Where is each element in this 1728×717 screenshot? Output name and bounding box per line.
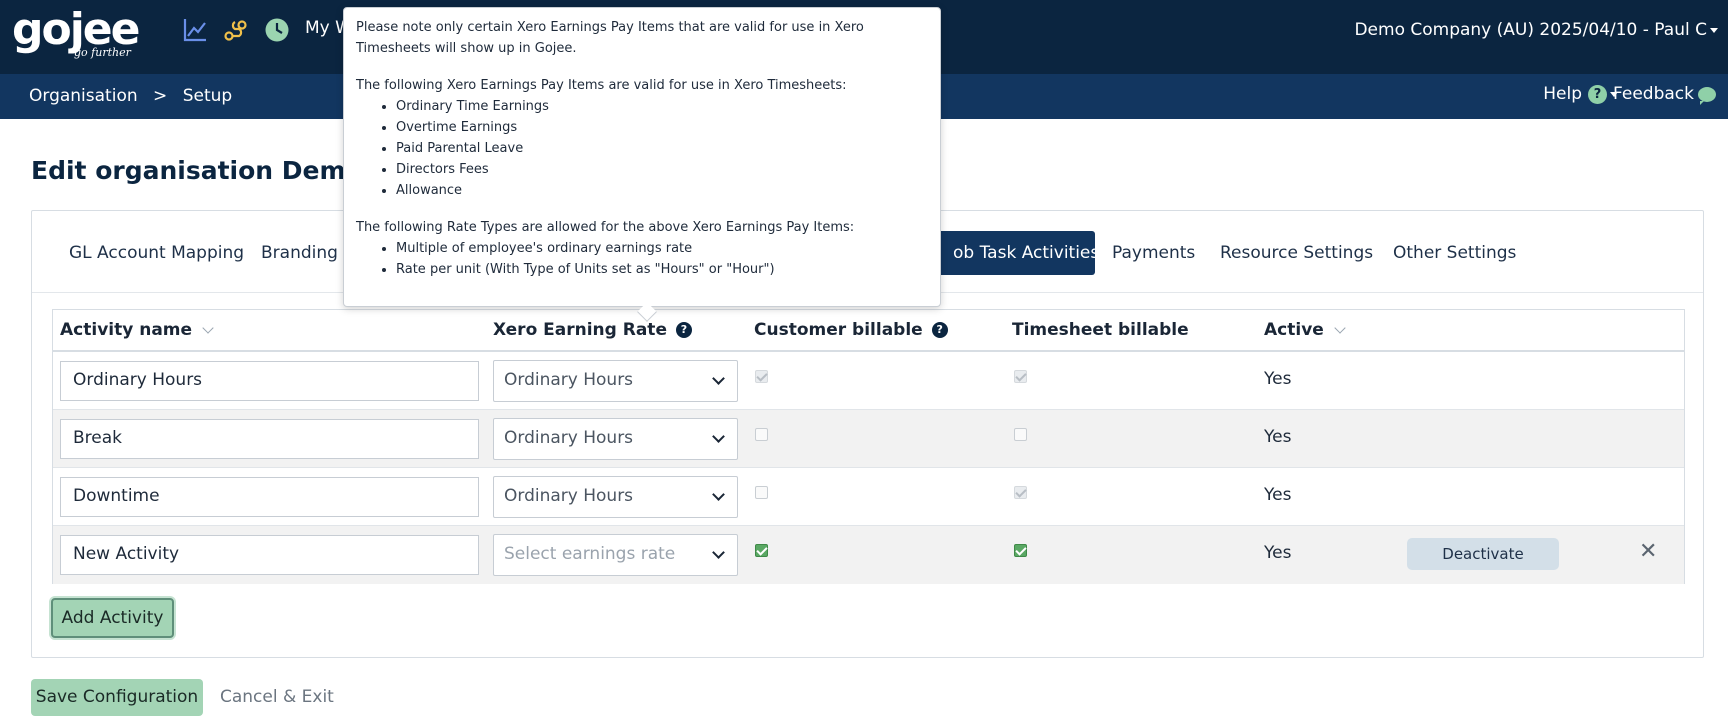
- list-item: Rate per unit (With Type of Units set as…: [396, 259, 928, 280]
- select-value: Ordinary Hours: [504, 370, 634, 390]
- tab-payments[interactable]: Payments: [1098, 231, 1209, 275]
- sort-chevron-icon: [1334, 322, 1346, 334]
- header-active[interactable]: Active: [1264, 320, 1346, 340]
- caret-down-icon: [1710, 27, 1718, 33]
- breadcrumb-setup: Setup: [182, 86, 233, 106]
- sort-chevron-icon: [202, 322, 214, 334]
- feedback-label: Feedback: [1613, 84, 1694, 104]
- table-row: Downtime Ordinary Hours Yes: [53, 468, 1684, 526]
- earnings-rate-select[interactable]: Ordinary Hours: [493, 476, 738, 518]
- header-xero-earning-rate: Xero Earning Rate?: [493, 320, 692, 340]
- activities-table: Activity name Xero Earning Rate? Custome…: [52, 309, 1685, 584]
- chart-icon[interactable]: [182, 17, 208, 43]
- table-row: New Activity Select earnings rate Yes De…: [53, 526, 1684, 584]
- company-selector[interactable]: Demo Company (AU) 2025/04/10 - Paul C: [1354, 20, 1718, 40]
- tooltip-intro: Please note only certain Xero Earnings P…: [356, 20, 864, 56]
- tooltip-valid-heading: The following Xero Earnings Pay Items ar…: [356, 78, 847, 93]
- activity-name-input[interactable]: Break: [60, 419, 479, 459]
- question-icon: ?: [1588, 84, 1607, 104]
- table-header: Activity name Xero Earning Rate? Custome…: [53, 310, 1684, 352]
- breadcrumb-organisation[interactable]: Organisation: [29, 86, 138, 106]
- list-item: Allowance: [396, 180, 928, 201]
- customer-billable-checkbox[interactable]: [755, 544, 768, 557]
- activity-name-input[interactable]: Ordinary Hours: [60, 361, 479, 401]
- activity-name-input[interactable]: Downtime: [60, 477, 479, 517]
- header-activity-label: Activity name: [60, 320, 193, 340]
- active-status: Yes: [1264, 369, 1292, 389]
- timesheet-billable-checkbox[interactable]: [1014, 486, 1027, 499]
- chevron-down-icon: [712, 372, 725, 385]
- deactivate-button[interactable]: Deactivate: [1407, 538, 1559, 570]
- tab-other-settings[interactable]: Other Settings: [1379, 231, 1530, 275]
- help-label: Help: [1543, 84, 1582, 104]
- customer-billable-checkbox[interactable]: [755, 428, 768, 441]
- add-activity-button[interactable]: Add Activity: [51, 598, 174, 638]
- company-label: Demo Company (AU) 2025/04/10 - Paul C: [1354, 20, 1707, 40]
- customer-billable-checkbox[interactable]: [755, 370, 768, 383]
- timesheet-billable-checkbox[interactable]: [1014, 370, 1027, 383]
- chat-bubble-icon: [1698, 86, 1716, 105]
- breadcrumb: Organisation > Setup: [29, 86, 242, 106]
- table-row: Ordinary Hours Ordinary Hours Yes: [53, 352, 1684, 410]
- gojee-logo[interactable]: gojee go further: [12, 8, 140, 60]
- chevron-down-icon: [712, 546, 725, 559]
- route-icon[interactable]: [223, 17, 249, 43]
- clock-icon[interactable]: [264, 17, 290, 43]
- select-placeholder: Select earnings rate: [504, 544, 676, 564]
- breadcrumb-separator: >: [153, 86, 168, 106]
- header-customer-label: Customer billable: [754, 320, 923, 340]
- tab-gl-account-mapping[interactable]: GL Account Mapping: [55, 231, 258, 275]
- earnings-rate-select[interactable]: Ordinary Hours: [493, 418, 738, 460]
- timesheet-billable-checkbox[interactable]: [1014, 428, 1027, 441]
- list-item: Directors Fees: [396, 159, 928, 180]
- list-item: Multiple of employee's ordinary earnings…: [396, 238, 928, 259]
- help-circle-icon[interactable]: ?: [931, 322, 948, 338]
- earning-rate-tooltip: Please note only certain Xero Earnings P…: [343, 7, 941, 307]
- header-customer-billable: Customer billable?: [754, 320, 948, 340]
- earnings-rate-select[interactable]: Ordinary Hours: [493, 360, 738, 402]
- earnings-rate-select[interactable]: Select earnings rate: [493, 534, 738, 576]
- remove-row-icon[interactable]: ✕: [1639, 539, 1657, 564]
- select-value: Ordinary Hours: [504, 428, 634, 448]
- active-status: Yes: [1264, 543, 1292, 563]
- chevron-down-icon: [712, 430, 725, 443]
- header-rate-label: Xero Earning Rate: [493, 320, 667, 340]
- logo-tagline: go further: [74, 46, 131, 59]
- cancel-exit-link[interactable]: Cancel & Exit: [220, 687, 334, 707]
- help-circle-icon[interactable]: ?: [675, 322, 692, 338]
- tooltip-rate-list: Multiple of employee's ordinary earnings…: [396, 238, 928, 280]
- header-activity-name[interactable]: Activity name: [60, 320, 214, 340]
- save-configuration-button[interactable]: Save Configuration: [31, 679, 203, 716]
- header-timesheet-billable: Timesheet billable: [1012, 320, 1189, 340]
- customer-billable-checkbox[interactable]: [755, 486, 768, 499]
- active-status: Yes: [1264, 485, 1292, 505]
- list-item: Paid Parental Leave: [396, 138, 928, 159]
- tab-job-task-activities[interactable]: ob Task Activities: [931, 231, 1099, 275]
- activity-name-input[interactable]: New Activity: [60, 535, 479, 575]
- select-value: Ordinary Hours: [504, 486, 634, 506]
- feedback-link[interactable]: Feedback: [1613, 84, 1716, 105]
- tooltip-rate-heading: The following Rate Types are allowed for…: [356, 220, 855, 235]
- help-menu[interactable]: Help ?: [1543, 84, 1618, 104]
- tab-resource-settings[interactable]: Resource Settings: [1206, 231, 1387, 275]
- list-item: Ordinary Time Earnings: [396, 96, 928, 117]
- chevron-down-icon: [712, 488, 725, 501]
- table-row: Break Ordinary Hours Yes: [53, 410, 1684, 468]
- list-item: Overtime Earnings: [396, 117, 928, 138]
- header-active-label: Active: [1264, 320, 1324, 340]
- timesheet-billable-checkbox[interactable]: [1014, 544, 1027, 557]
- active-status: Yes: [1264, 427, 1292, 447]
- tooltip-valid-list: Ordinary Time Earnings Overtime Earnings…: [396, 96, 928, 201]
